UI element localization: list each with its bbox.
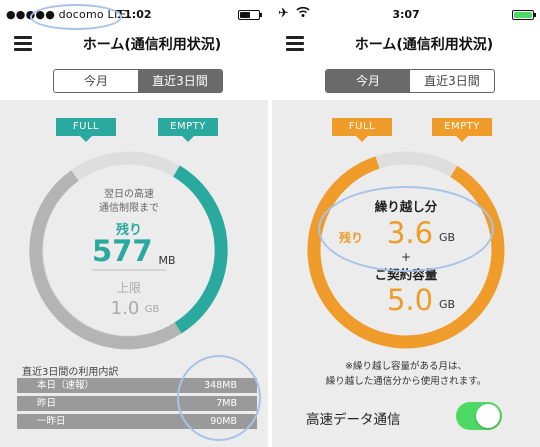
- limit-unit: GB: [144, 304, 160, 315]
- breakdown-title: 直近3日間の利用内訳: [22, 367, 119, 378]
- left-phone-screen: ●●●●● docomo LTE 11:02 ホーム(通信利用状況) 今月 直近…: [0, 0, 268, 447]
- empty-tag: EMPTY: [432, 118, 492, 142]
- note-line2: 繰り越した通信分から使用されます。: [325, 376, 487, 387]
- toggle-knob: [476, 404, 500, 428]
- empty-tag: EMPTY: [158, 118, 218, 142]
- note-line1: ※繰り越し容量がある月は、: [345, 361, 467, 372]
- highlight-circle: [177, 355, 261, 441]
- caption-line1: 翌日の高速: [104, 189, 154, 200]
- remaining-unit: MB: [158, 254, 176, 267]
- limit-value: 1.0: [110, 298, 140, 319]
- full-tag: FULL: [332, 118, 392, 142]
- high-speed-toggle[interactable]: [456, 402, 502, 430]
- right-phone-screen: ✈ 3:07 ホーム(通信利用状況) 今月 直近3日間 FULL EMPTY 繰…: [272, 0, 540, 447]
- remaining-value: 577: [92, 234, 153, 268]
- full-tag: FULL: [56, 118, 116, 142]
- contract-value: 5.0: [386, 283, 434, 317]
- screenshot-composite: ●●●●● docomo LTE 11:02 ホーム(通信利用状況) 今月 直近…: [0, 0, 540, 447]
- caption-line2: 通信制限まで: [99, 203, 159, 214]
- gauge-remaining-arc: [173, 165, 228, 334]
- highlight-circle: [318, 186, 494, 272]
- contract-unit: GB: [438, 298, 456, 311]
- high-speed-toggle-label: 高速データ通信: [306, 412, 401, 428]
- limit-label: 上限: [116, 281, 141, 295]
